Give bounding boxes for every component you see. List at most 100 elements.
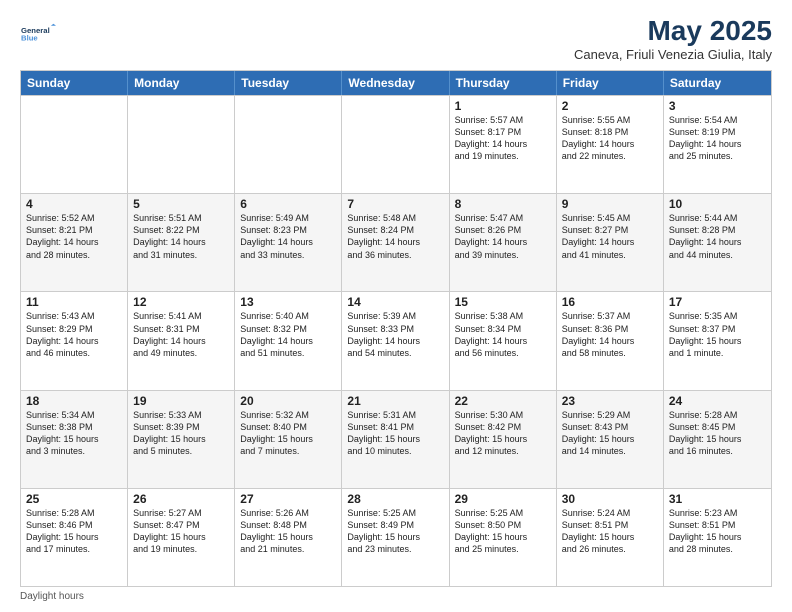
location-title: Caneva, Friuli Venezia Giulia, Italy — [574, 47, 772, 62]
table-row: 14Sunrise: 5:39 AM Sunset: 8:33 PM Dayli… — [342, 292, 449, 389]
day-number: 30 — [562, 492, 658, 506]
calendar-header-row: SundayMondayTuesdayWednesdayThursdayFrid… — [21, 71, 771, 95]
table-row — [235, 96, 342, 193]
table-row: 30Sunrise: 5:24 AM Sunset: 8:51 PM Dayli… — [557, 489, 664, 586]
day-number: 27 — [240, 492, 336, 506]
table-row: 5Sunrise: 5:51 AM Sunset: 8:22 PM Daylig… — [128, 194, 235, 291]
day-number: 28 — [347, 492, 443, 506]
calendar-week-row: 1Sunrise: 5:57 AM Sunset: 8:17 PM Daylig… — [21, 95, 771, 193]
day-number: 21 — [347, 394, 443, 408]
day-number: 26 — [133, 492, 229, 506]
table-row: 25Sunrise: 5:28 AM Sunset: 8:46 PM Dayli… — [21, 489, 128, 586]
table-row: 26Sunrise: 5:27 AM Sunset: 8:47 PM Dayli… — [128, 489, 235, 586]
page: General Blue May 2025 Caneva, Friuli Ven… — [0, 0, 792, 612]
cell-info: Sunrise: 5:43 AM Sunset: 8:29 PM Dayligh… — [26, 310, 122, 359]
cell-info: Sunrise: 5:30 AM Sunset: 8:42 PM Dayligh… — [455, 409, 551, 458]
cell-info: Sunrise: 5:39 AM Sunset: 8:33 PM Dayligh… — [347, 310, 443, 359]
day-number: 17 — [669, 295, 766, 309]
day-number: 25 — [26, 492, 122, 506]
day-number: 3 — [669, 99, 766, 113]
cell-info: Sunrise: 5:38 AM Sunset: 8:34 PM Dayligh… — [455, 310, 551, 359]
day-number: 22 — [455, 394, 551, 408]
cell-info: Sunrise: 5:40 AM Sunset: 8:32 PM Dayligh… — [240, 310, 336, 359]
table-row: 19Sunrise: 5:33 AM Sunset: 8:39 PM Dayli… — [128, 391, 235, 488]
svg-text:Blue: Blue — [21, 34, 38, 43]
day-number: 20 — [240, 394, 336, 408]
table-row: 17Sunrise: 5:35 AM Sunset: 8:37 PM Dayli… — [664, 292, 771, 389]
cell-info: Sunrise: 5:31 AM Sunset: 8:41 PM Dayligh… — [347, 409, 443, 458]
day-number: 13 — [240, 295, 336, 309]
table-row: 13Sunrise: 5:40 AM Sunset: 8:32 PM Dayli… — [235, 292, 342, 389]
cell-info: Sunrise: 5:51 AM Sunset: 8:22 PM Dayligh… — [133, 212, 229, 261]
table-row: 29Sunrise: 5:25 AM Sunset: 8:50 PM Dayli… — [450, 489, 557, 586]
table-row: 28Sunrise: 5:25 AM Sunset: 8:49 PM Dayli… — [342, 489, 449, 586]
day-number: 18 — [26, 394, 122, 408]
cell-info: Sunrise: 5:24 AM Sunset: 8:51 PM Dayligh… — [562, 507, 658, 556]
cell-info: Sunrise: 5:35 AM Sunset: 8:37 PM Dayligh… — [669, 310, 766, 359]
cell-info: Sunrise: 5:28 AM Sunset: 8:46 PM Dayligh… — [26, 507, 122, 556]
calendar-week-row: 11Sunrise: 5:43 AM Sunset: 8:29 PM Dayli… — [21, 291, 771, 389]
month-title: May 2025 — [574, 15, 772, 47]
calendar-header-cell: Tuesday — [235, 71, 342, 95]
cell-info: Sunrise: 5:25 AM Sunset: 8:49 PM Dayligh… — [347, 507, 443, 556]
table-row: 12Sunrise: 5:41 AM Sunset: 8:31 PM Dayli… — [128, 292, 235, 389]
day-number: 4 — [26, 197, 122, 211]
cell-info: Sunrise: 5:28 AM Sunset: 8:45 PM Dayligh… — [669, 409, 766, 458]
header: General Blue May 2025 Caneva, Friuli Ven… — [20, 15, 772, 62]
cell-info: Sunrise: 5:48 AM Sunset: 8:24 PM Dayligh… — [347, 212, 443, 261]
cell-info: Sunrise: 5:26 AM Sunset: 8:48 PM Dayligh… — [240, 507, 336, 556]
day-number: 8 — [455, 197, 551, 211]
day-number: 1 — [455, 99, 551, 113]
day-number: 7 — [347, 197, 443, 211]
day-number: 15 — [455, 295, 551, 309]
cell-info: Sunrise: 5:55 AM Sunset: 8:18 PM Dayligh… — [562, 114, 658, 163]
calendar-header-cell: Saturday — [664, 71, 771, 95]
calendar-body: 1Sunrise: 5:57 AM Sunset: 8:17 PM Daylig… — [21, 95, 771, 586]
calendar-week-row: 18Sunrise: 5:34 AM Sunset: 8:38 PM Dayli… — [21, 390, 771, 488]
table-row — [342, 96, 449, 193]
calendar-header-cell: Friday — [557, 71, 664, 95]
table-row: 16Sunrise: 5:37 AM Sunset: 8:36 PM Dayli… — [557, 292, 664, 389]
cell-info: Sunrise: 5:33 AM Sunset: 8:39 PM Dayligh… — [133, 409, 229, 458]
day-number: 16 — [562, 295, 658, 309]
table-row: 10Sunrise: 5:44 AM Sunset: 8:28 PM Dayli… — [664, 194, 771, 291]
day-number: 11 — [26, 295, 122, 309]
table-row: 23Sunrise: 5:29 AM Sunset: 8:43 PM Dayli… — [557, 391, 664, 488]
footer-note: Daylight hours — [20, 591, 772, 602]
cell-info: Sunrise: 5:25 AM Sunset: 8:50 PM Dayligh… — [455, 507, 551, 556]
title-block: May 2025 Caneva, Friuli Venezia Giulia, … — [574, 15, 772, 62]
table-row: 8Sunrise: 5:47 AM Sunset: 8:26 PM Daylig… — [450, 194, 557, 291]
table-row: 4Sunrise: 5:52 AM Sunset: 8:21 PM Daylig… — [21, 194, 128, 291]
table-row: 22Sunrise: 5:30 AM Sunset: 8:42 PM Dayli… — [450, 391, 557, 488]
table-row: 15Sunrise: 5:38 AM Sunset: 8:34 PM Dayli… — [450, 292, 557, 389]
cell-info: Sunrise: 5:32 AM Sunset: 8:40 PM Dayligh… — [240, 409, 336, 458]
calendar-week-row: 4Sunrise: 5:52 AM Sunset: 8:21 PM Daylig… — [21, 193, 771, 291]
calendar-week-row: 25Sunrise: 5:28 AM Sunset: 8:46 PM Dayli… — [21, 488, 771, 586]
day-number: 9 — [562, 197, 658, 211]
cell-info: Sunrise: 5:23 AM Sunset: 8:51 PM Dayligh… — [669, 507, 766, 556]
day-number: 31 — [669, 492, 766, 506]
table-row: 18Sunrise: 5:34 AM Sunset: 8:38 PM Dayli… — [21, 391, 128, 488]
table-row: 24Sunrise: 5:28 AM Sunset: 8:45 PM Dayli… — [664, 391, 771, 488]
day-number: 29 — [455, 492, 551, 506]
day-number: 12 — [133, 295, 229, 309]
table-row — [21, 96, 128, 193]
day-number: 2 — [562, 99, 658, 113]
table-row: 7Sunrise: 5:48 AM Sunset: 8:24 PM Daylig… — [342, 194, 449, 291]
table-row: 31Sunrise: 5:23 AM Sunset: 8:51 PM Dayli… — [664, 489, 771, 586]
cell-info: Sunrise: 5:52 AM Sunset: 8:21 PM Dayligh… — [26, 212, 122, 261]
cell-info: Sunrise: 5:37 AM Sunset: 8:36 PM Dayligh… — [562, 310, 658, 359]
cell-info: Sunrise: 5:57 AM Sunset: 8:17 PM Dayligh… — [455, 114, 551, 163]
day-number: 6 — [240, 197, 336, 211]
table-row: 2Sunrise: 5:55 AM Sunset: 8:18 PM Daylig… — [557, 96, 664, 193]
table-row: 3Sunrise: 5:54 AM Sunset: 8:19 PM Daylig… — [664, 96, 771, 193]
cell-info: Sunrise: 5:34 AM Sunset: 8:38 PM Dayligh… — [26, 409, 122, 458]
calendar-header-cell: Monday — [128, 71, 235, 95]
cell-info: Sunrise: 5:41 AM Sunset: 8:31 PM Dayligh… — [133, 310, 229, 359]
cell-info: Sunrise: 5:29 AM Sunset: 8:43 PM Dayligh… — [562, 409, 658, 458]
day-number: 19 — [133, 394, 229, 408]
calendar-header-cell: Sunday — [21, 71, 128, 95]
day-number: 5 — [133, 197, 229, 211]
logo: General Blue — [20, 15, 56, 51]
table-row: 21Sunrise: 5:31 AM Sunset: 8:41 PM Dayli… — [342, 391, 449, 488]
